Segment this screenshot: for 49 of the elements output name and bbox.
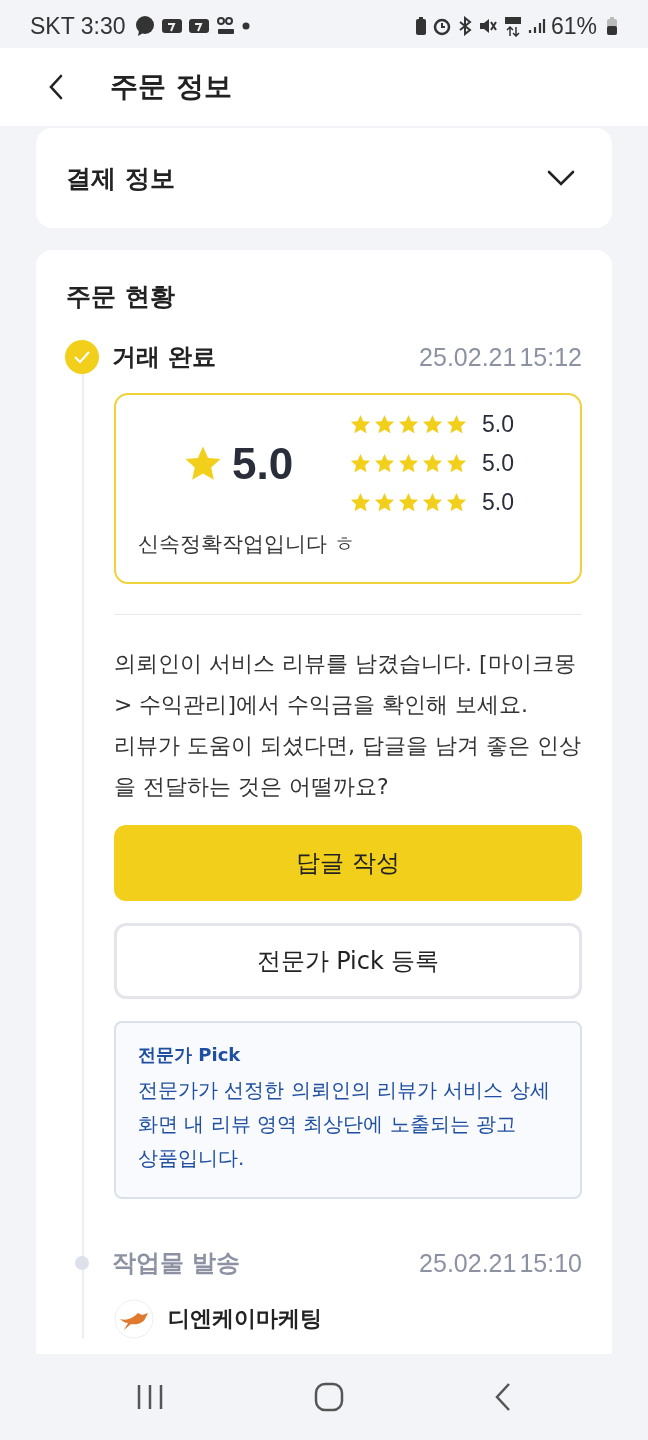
- battery-saver-icon: [414, 16, 427, 36]
- rating-score: 5.0: [482, 489, 514, 516]
- star-icon: [421, 413, 444, 436]
- back-icon[interactable]: [48, 73, 64, 101]
- chat-notification-icon: [134, 15, 157, 37]
- star-icon: [397, 413, 420, 436]
- pick-button[interactable]: 전문가 Pick 등록: [114, 923, 582, 999]
- info-title: 전문가 Pick: [138, 1043, 242, 1067]
- step-time: 15:12: [519, 342, 582, 372]
- review-comment: 신속정확작업입니다 ㅎ: [138, 531, 356, 558]
- rating-score: 5.0: [482, 411, 514, 438]
- step-date: 25.02.21: [419, 342, 517, 372]
- star-icon: [349, 413, 372, 436]
- alarm-icon: [431, 16, 452, 36]
- star-icon: [397, 452, 420, 475]
- signal-icon: [527, 17, 546, 35]
- star-icon: [373, 413, 396, 436]
- app-notification-icon: [161, 17, 184, 35]
- star-icon: [445, 491, 468, 514]
- review-message: 의뢰인이 서비스 리뷰를 남겼습니다. [마이크몽> 수익관리]에서 수익금을 확인해 보세요. 리뷰가 도움이 되셨다면, 답글을 남겨 좋은 인상을 전달하는 것은 어떨까요?: [114, 650, 582, 801]
- section-title: 주문 현황: [66, 281, 176, 313]
- star-icon: [397, 491, 420, 514]
- carrier-time: SKT 3:30: [30, 12, 126, 40]
- step-time: 15:10: [519, 1248, 582, 1278]
- payment-card[interactable]: 결제 정보: [36, 128, 612, 228]
- reply-button[interactable]: 답글 작성: [114, 825, 582, 901]
- star-icon: [373, 491, 396, 514]
- mute-icon: [477, 16, 498, 36]
- step-label: 작업물 발송: [112, 1248, 241, 1279]
- dot-icon: [242, 22, 251, 30]
- info-text: 전문가가 선정한 의뢰인의 리뷰가 서비스 상세 화면 내 리뷰 영역 최상단에 노출되는 광고 상품입니다.: [138, 1077, 551, 1172]
- page-title: 주문 정보: [110, 69, 232, 105]
- rating-score: 5.0: [482, 450, 514, 477]
- battery-percent: 61%: [550, 12, 597, 40]
- star-icon: [349, 452, 372, 475]
- star-icon: [445, 413, 468, 436]
- step-label: 거래 완료: [112, 342, 217, 373]
- step-date: 25.02.21: [419, 1248, 517, 1278]
- section-title: 결제 정보: [66, 162, 175, 195]
- app-notification-icon: [188, 17, 211, 35]
- star-icon: [373, 452, 396, 475]
- star-icon: [445, 452, 468, 475]
- seller-name: 디엔케이마케팅: [168, 1305, 322, 1333]
- home-icon[interactable]: [314, 1382, 344, 1412]
- battery-icon: [606, 16, 618, 36]
- star-icon: [349, 491, 372, 514]
- star-icon: [421, 452, 444, 475]
- overall-rating: 5.0: [232, 438, 294, 489]
- star-icon: [421, 491, 444, 514]
